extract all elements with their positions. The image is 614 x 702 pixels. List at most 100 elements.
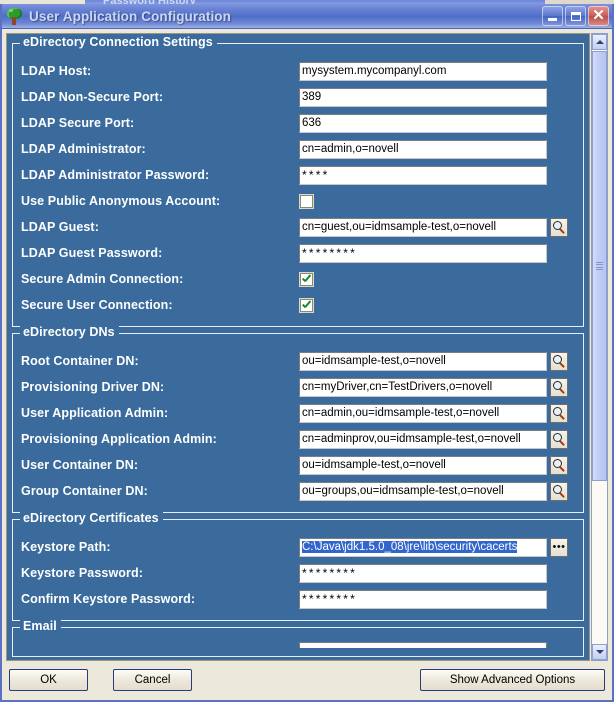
field-label: LDAP Guest Password: bbox=[21, 246, 163, 260]
field-label: Secure Admin Connection: bbox=[21, 272, 184, 286]
form-row: LDAP Administrator Password: **** bbox=[21, 162, 575, 188]
tree-icon bbox=[6, 7, 23, 25]
field-label: LDAP Administrator Password: bbox=[21, 168, 210, 182]
search-icon bbox=[552, 484, 566, 498]
checkmark-icon bbox=[301, 274, 312, 285]
title-bar[interactable]: User Application Configuration ✕ bbox=[2, 4, 612, 29]
form-row: Provisioning Driver DN: cn=myDriver,cn=Te… bbox=[21, 374, 575, 400]
form-row: Secure Admin Connection: bbox=[21, 266, 575, 292]
text-input[interactable]: cn=adminprov,ou=idmsample-test,o=novell bbox=[299, 429, 547, 449]
group-title: eDirectory DNs bbox=[20, 325, 119, 339]
browse-search-button[interactable] bbox=[550, 403, 568, 423]
browse-search-button[interactable] bbox=[550, 481, 568, 501]
password-input[interactable]: ******** bbox=[299, 563, 547, 583]
settings-group: eDirectory Connection Settings LDAP Host:… bbox=[12, 35, 584, 327]
clipped-text-input[interactable] bbox=[299, 642, 547, 648]
form-row: LDAP Host: mysystem.mycompanyl.com bbox=[21, 58, 575, 84]
chevron-up-icon bbox=[595, 40, 604, 44]
browse-search-button[interactable] bbox=[550, 455, 568, 475]
close-button[interactable]: ✕ bbox=[588, 6, 609, 26]
content-area: eDirectory Connection Settings LDAP Host:… bbox=[2, 29, 612, 661]
field-wrapper: cn=adminprov,ou=idmsample-test,o=novell bbox=[299, 429, 575, 449]
text-input[interactable]: cn=admin,o=novell bbox=[299, 139, 547, 159]
text-input[interactable]: 389 bbox=[299, 87, 547, 107]
field-wrapper bbox=[299, 193, 575, 209]
checkbox[interactable] bbox=[299, 271, 314, 287]
settings-group: Email bbox=[12, 619, 584, 657]
field-label: Confirm Keystore Password: bbox=[21, 592, 196, 606]
text-input[interactable]: 636 bbox=[299, 113, 547, 133]
form-row: Root Container DN: ou=idmsample-test,o=no… bbox=[21, 348, 575, 374]
text-input[interactable]: cn=guest,ou=idmsample-test,o=novell bbox=[299, 217, 547, 237]
browse-search-button[interactable] bbox=[550, 429, 568, 449]
field-label: Use Public Anonymous Account: bbox=[21, 194, 221, 208]
browse-file-button[interactable]: ••• bbox=[550, 537, 568, 557]
settings-group: eDirectory DNs Root Container DN: ou=idmsa… bbox=[12, 325, 584, 513]
field-wrapper: cn=admin,ou=idmsample-test,o=novell bbox=[299, 403, 575, 423]
field-wrapper: ou=idmsample-test,o=novell bbox=[299, 351, 575, 371]
scroll-down-button[interactable] bbox=[592, 644, 607, 660]
browse-search-button[interactable] bbox=[550, 377, 568, 397]
field-wrapper bbox=[299, 297, 575, 313]
search-icon bbox=[552, 354, 566, 368]
field-wrapper: 389 bbox=[299, 87, 575, 107]
field-label: LDAP Guest: bbox=[21, 220, 99, 234]
settings-form: eDirectory Connection Settings LDAP Host:… bbox=[7, 34, 589, 657]
settings-group: eDirectory Certificates Keystore Path: C:\… bbox=[12, 511, 584, 621]
show-advanced-options-button[interactable]: Show Advanced Options bbox=[420, 668, 605, 691]
group-title: Email bbox=[20, 619, 61, 633]
text-input[interactable]: ou=idmsample-test,o=novell bbox=[299, 351, 547, 371]
field-wrapper: mysystem.mycompanyl.com bbox=[299, 61, 575, 81]
form-row: LDAP Secure Port: 636 bbox=[21, 110, 575, 136]
form-row: Use Public Anonymous Account: bbox=[21, 188, 575, 214]
form-row: LDAP Administrator: cn=admin,o=novell bbox=[21, 136, 575, 162]
window-controls: ✕ bbox=[542, 6, 609, 26]
field-label: Secure User Connection: bbox=[21, 298, 173, 312]
password-input[interactable]: ******** bbox=[299, 243, 547, 263]
scrollbar-grip bbox=[596, 260, 603, 272]
search-icon bbox=[552, 458, 566, 472]
text-input[interactable]: C:\Java\jdk1.5.0_08\jre\lib\security\cac… bbox=[299, 537, 547, 557]
field-wrapper: cn=myDriver,cn=TestDrivers,o=novell bbox=[299, 377, 575, 397]
field-wrapper bbox=[299, 271, 575, 287]
text-input[interactable]: cn=admin,ou=idmsample-test,o=novell bbox=[299, 403, 547, 423]
minimize-button[interactable] bbox=[542, 6, 563, 26]
vertical-scrollbar[interactable] bbox=[591, 33, 608, 661]
text-input[interactable]: ou=groups,ou=idmsample-test,o=novell bbox=[299, 481, 547, 501]
field-wrapper: ******** bbox=[299, 243, 575, 263]
password-input[interactable]: **** bbox=[299, 165, 547, 185]
form-row: User Container DN: ou=idmsample-test,o=no… bbox=[21, 452, 575, 478]
field-wrapper: ou=idmsample-test,o=novell bbox=[299, 455, 575, 475]
text-input[interactable]: mysystem.mycompanyl.com bbox=[299, 61, 547, 81]
form-row: Confirm Keystore Password: ******** bbox=[21, 586, 575, 612]
checkmark-icon bbox=[301, 300, 312, 311]
scrollbar-thumb[interactable] bbox=[592, 51, 607, 481]
user-application-configuration-window: User Application Configuration ✕ eDirect… bbox=[0, 4, 614, 702]
form-row: LDAP Guest: cn=guest,ou=idmsample-test,o=… bbox=[21, 214, 575, 240]
field-wrapper: ******** bbox=[299, 589, 575, 609]
field-label: LDAP Non-Secure Port: bbox=[21, 90, 164, 104]
form-row: Provisioning Application Admin: cn=adminp… bbox=[21, 426, 575, 452]
ellipsis-icon: ••• bbox=[552, 540, 566, 553]
text-input[interactable]: ou=idmsample-test,o=novell bbox=[299, 455, 547, 475]
cancel-button[interactable]: Cancel bbox=[113, 668, 192, 691]
text-input[interactable]: cn=myDriver,cn=TestDrivers,o=novell bbox=[299, 377, 547, 397]
search-icon bbox=[552, 220, 566, 234]
field-wrapper: C:\Java\jdk1.5.0_08\jre\lib\security\cac… bbox=[299, 537, 575, 557]
form-row: Secure User Connection: bbox=[21, 292, 575, 318]
form-row: Group Container DN: ou=groups,ou=idmsampl… bbox=[21, 478, 575, 504]
checkbox[interactable] bbox=[299, 297, 314, 313]
browse-search-button[interactable] bbox=[550, 351, 568, 371]
browse-search-button[interactable] bbox=[550, 217, 568, 237]
search-icon bbox=[552, 406, 566, 420]
field-wrapper: ******** bbox=[299, 563, 575, 583]
scroll-up-button[interactable] bbox=[592, 34, 607, 50]
maximize-button[interactable] bbox=[565, 6, 586, 26]
password-input[interactable]: ******** bbox=[299, 589, 547, 609]
ok-button[interactable]: OK bbox=[9, 668, 88, 691]
checkbox[interactable] bbox=[299, 193, 314, 209]
field-label: User Application Admin: bbox=[21, 406, 169, 420]
close-icon: ✕ bbox=[592, 7, 605, 24]
window-title: User Application Configuration bbox=[29, 8, 231, 24]
form-row: User Application Admin: cn=admin,ou=idmsa… bbox=[21, 400, 575, 426]
